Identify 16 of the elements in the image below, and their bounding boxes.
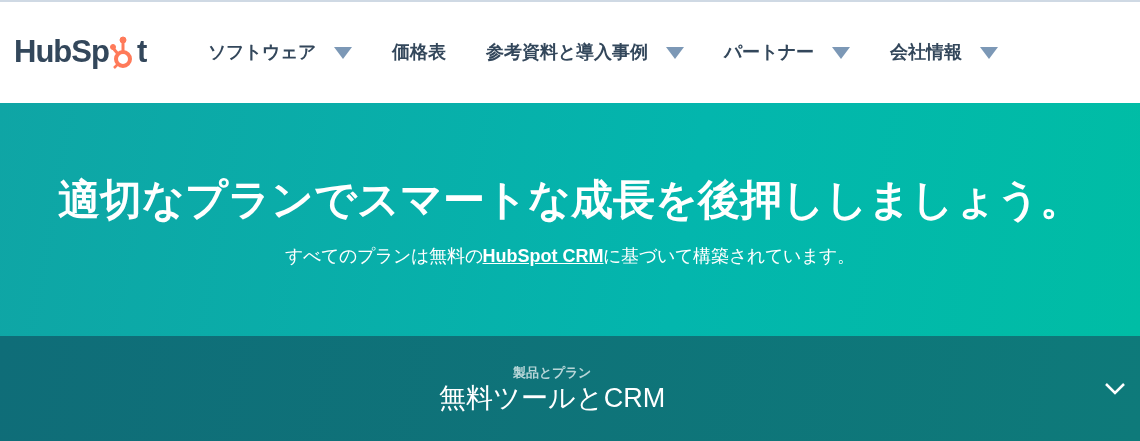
nav-menu[interactable]: パートナー [724,39,851,66]
logo[interactable]: HubSp t [14,29,147,76]
nav-menu[interactable]: 会社情報 [890,39,999,66]
dropdown-label: 製品とプラン [512,363,592,382]
caret-icon [334,46,353,59]
nav-link[interactable]: 価格表 [392,39,447,66]
plan-dropdown[interactable]: 製品とプラン 無料ツールとCRM [0,336,1140,441]
hero-subtitle: すべてのプランは無料のHubSpot CRMに基づいて構築されています。 [283,245,857,269]
caret-icon [666,46,685,59]
hero-title: 適切なプランでスマートな成長を後押ししましょう。 [57,175,1083,225]
caret-icon [832,46,851,59]
dropdown-value: 無料ツールとCRM [437,382,667,415]
chevron-icon [1104,381,1126,396]
nav-menu[interactable]: ソフトウェア [208,39,353,66]
nav-menu[interactable]: 参考資料と導入事例 [486,39,685,66]
caret-icon [980,46,999,59]
